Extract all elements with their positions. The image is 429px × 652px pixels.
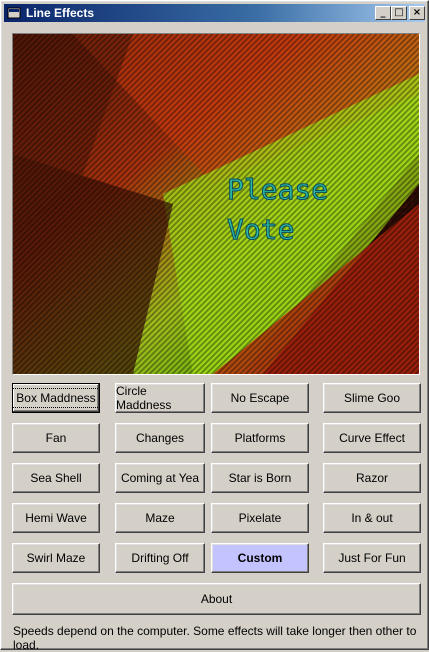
in-and-out-label: In & out: [351, 511, 393, 525]
changes-button[interactable]: Changes: [115, 423, 205, 453]
razor-button[interactable]: Razor: [323, 463, 421, 493]
razor-label: Razor: [355, 471, 388, 485]
sea-shell-button[interactable]: Sea Shell: [12, 463, 100, 493]
about-button[interactable]: About: [12, 583, 421, 615]
close-icon: ×: [412, 7, 422, 18]
maze-button[interactable]: Maze: [115, 503, 205, 533]
minimize-button[interactable]: _: [375, 6, 391, 20]
drifting-off-label: Drifting Off: [131, 551, 189, 565]
window-title: Line Effects: [26, 6, 95, 20]
canvas-text-vote: Vote: [227, 213, 294, 246]
hemi-wave-label: Hemi Wave: [25, 511, 87, 525]
slime-goo-button[interactable]: Slime Goo: [323, 383, 421, 413]
fan-button[interactable]: Fan: [12, 423, 100, 453]
box-maddness-label: Box Maddness: [12, 388, 100, 408]
box-maddness-button[interactable]: Box Maddness: [12, 383, 100, 413]
drifting-off-button[interactable]: Drifting Off: [115, 543, 205, 573]
minimize-icon: _: [380, 7, 386, 18]
coming-at-yea-label: Coming at Yea: [120, 471, 200, 485]
canvas-text-please: Please: [227, 173, 328, 206]
just-for-fun-button[interactable]: Just For Fun: [323, 543, 421, 573]
star-is-born-label: Star is Born: [228, 471, 292, 485]
maze-label: Maze: [145, 511, 175, 525]
in-and-out-button[interactable]: In & out: [323, 503, 421, 533]
app-icon: [7, 7, 21, 19]
curve-effect-label: Curve Effect: [339, 431, 405, 445]
coming-at-yea-button[interactable]: Coming at Yea: [115, 463, 205, 493]
swirl-maze-button[interactable]: Swirl Maze: [12, 543, 100, 573]
star-is-born-button[interactable]: Star is Born: [211, 463, 309, 493]
swirl-maze-label: Swirl Maze: [26, 551, 86, 565]
line-effect-drawing: Please Vote: [13, 34, 419, 374]
changes-label: Changes: [135, 431, 185, 445]
pixelate-label: Pixelate: [238, 511, 282, 525]
maximize-icon: □: [394, 7, 404, 18]
close-button[interactable]: ×: [409, 6, 425, 20]
title-bar[interactable]: Line Effects _ □ ×: [4, 4, 425, 22]
fan-label: Fan: [45, 431, 67, 445]
no-escape-button[interactable]: No Escape: [211, 383, 309, 413]
effect-canvas[interactable]: Please Vote: [12, 33, 420, 375]
circle-maddness-button[interactable]: Circle Maddness: [115, 383, 205, 413]
sea-shell-label: Sea Shell: [30, 471, 82, 485]
platforms-button[interactable]: Platforms: [211, 423, 309, 453]
circle-maddness-label: Circle Maddness: [116, 384, 172, 412]
just-for-fun-label: Just For Fun: [338, 551, 406, 565]
about-label: About: [200, 592, 233, 606]
custom-button[interactable]: Custom: [211, 543, 309, 573]
no-escape-label: No Escape: [230, 391, 290, 405]
app-window: Line Effects _ □ × Please Vote Box Maddn…: [0, 0, 429, 652]
hemi-wave-button[interactable]: Hemi Wave: [12, 503, 100, 533]
platforms-label: Platforms: [234, 431, 286, 445]
status-text: Speeds depend on the computer. Some effe…: [13, 624, 417, 652]
custom-label: Custom: [237, 551, 283, 565]
maximize-button[interactable]: □: [391, 6, 407, 20]
curve-effect-button[interactable]: Curve Effect: [323, 423, 421, 453]
slime-goo-label: Slime Goo: [343, 391, 401, 405]
pixelate-button[interactable]: Pixelate: [211, 503, 309, 533]
